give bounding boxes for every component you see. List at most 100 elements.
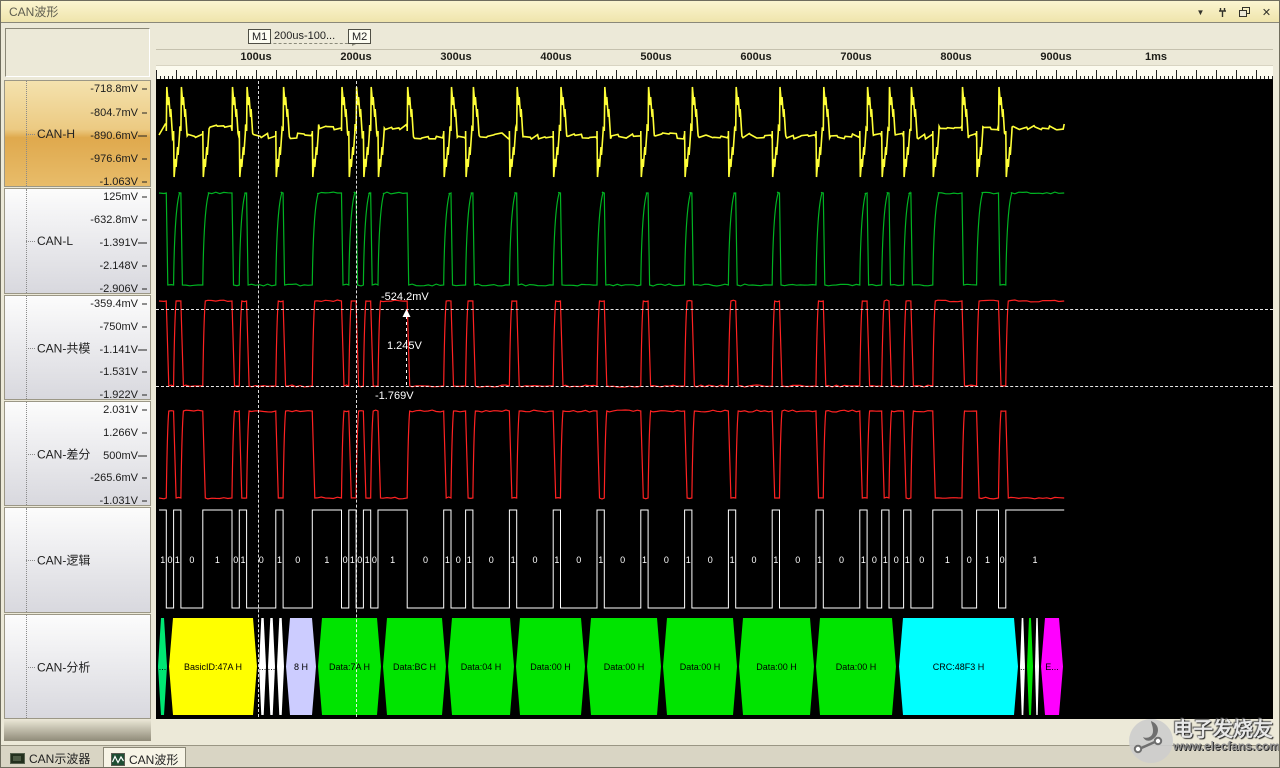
tree-line xyxy=(26,348,35,349)
logic-bit-label: 1 xyxy=(324,555,329,565)
logic-bit-label: 0 xyxy=(357,555,362,565)
measure-line-top[interactable] xyxy=(156,309,1273,310)
scale-tick xyxy=(142,112,147,113)
logic-bit-label: 0 xyxy=(967,555,972,565)
scale-tick xyxy=(142,89,147,90)
channel-sidebar: CAN-H -718.8mV -804.7mV -890.6mV -976.6mV -1.… xyxy=(3,26,153,742)
time-label: 700us xyxy=(840,51,871,63)
bottom-tab-bar: CAN示波器 CAN波形 xyxy=(1,745,1279,768)
logic-bit-label: 0 xyxy=(167,555,172,565)
logic-bit-label: 1 xyxy=(598,555,603,565)
scale-label: -1.922V xyxy=(99,389,138,401)
time-ruler[interactable] xyxy=(156,65,1273,79)
time-label: 500us xyxy=(640,51,671,63)
panel-title-bar[interactable]: CAN波形 ▼ ✕ xyxy=(1,1,1279,23)
channel-row-5[interactable]: CAN-逻辑 xyxy=(4,507,151,613)
channel-row-2[interactable]: CAN-L125mV-632.8mV-1.391V-2.148V-2.906V xyxy=(4,188,151,294)
logic-bit-label: 0 xyxy=(259,555,264,565)
scale-label: -359.4mV xyxy=(90,298,138,310)
scale-tick xyxy=(142,432,147,433)
tree-line xyxy=(26,667,35,668)
logic-bit-label: 0 xyxy=(620,555,625,565)
scale-label: -804.7mV xyxy=(90,107,138,119)
logic-bit-label: 0 xyxy=(489,555,494,565)
scale-tick xyxy=(142,326,147,327)
scale-tick xyxy=(142,478,147,479)
waveform-plot[interactable]: 1010101010101010101010101010101010101010… xyxy=(156,79,1273,719)
scale-tick xyxy=(142,288,147,289)
channel-row-6[interactable]: CAN-分析 xyxy=(4,614,151,719)
decoded-field-8h[interactable]: 8 H xyxy=(286,618,316,715)
scale-label: -1.391V xyxy=(99,237,138,249)
decoded-field-basicid47ah[interactable]: BasicID:47A H xyxy=(169,618,257,715)
decoded-field-data00h[interactable]: Data:00 H xyxy=(663,618,737,715)
decoded-field-data00h[interactable]: Data:00 H xyxy=(816,618,896,715)
logic-bit-label: 1 xyxy=(350,555,355,565)
logic-bit-label: 1 xyxy=(445,555,450,565)
panel-title: CAN波形 xyxy=(9,1,58,23)
logic-bit-label: 1 xyxy=(160,555,165,565)
scale-tick xyxy=(138,349,147,350)
decoded-field-data00h[interactable]: Data:00 H xyxy=(739,618,814,715)
cursor-m1-line[interactable] xyxy=(258,81,259,717)
scale-label: -976.6mV xyxy=(90,153,138,165)
logic-bit-label: 0 xyxy=(894,555,899,565)
decoded-field-databch[interactable]: Data:BC H xyxy=(383,618,446,715)
sidebar-header-box xyxy=(5,28,150,77)
time-label: 600us xyxy=(740,51,771,63)
decoded-field-data04h[interactable]: Data:04 H xyxy=(448,618,514,715)
decoded-field-e[interactable]: E... xyxy=(1041,618,1063,715)
dropdown-icon[interactable]: ▼ xyxy=(1192,4,1209,20)
tab-can-oscilloscope[interactable]: CAN示波器 xyxy=(3,748,97,768)
decoded-field-data00h[interactable]: Data:00 H xyxy=(587,618,661,715)
close-icon[interactable]: ✕ xyxy=(1258,4,1275,20)
marker-m1[interactable]: M1 xyxy=(248,29,271,44)
decoded-field-data7ah[interactable]: Data:7A H xyxy=(318,618,381,715)
logic-bit-label: 0 xyxy=(456,555,461,565)
logic-bit-label: 0 xyxy=(295,555,300,565)
measure-value-bottom: -1.769V xyxy=(375,390,414,402)
channel-row-4[interactable]: CAN-差分2.031V1.266V500mV-265.6mV-1.031V xyxy=(4,401,151,506)
time-label: 1ms xyxy=(1145,51,1167,63)
logic-bit-label: 1 xyxy=(215,555,220,565)
restore-icon[interactable] xyxy=(1236,4,1253,20)
decoded-field-crc48f3h[interactable]: CRC:48F3 H xyxy=(899,618,1018,715)
channel-row-3[interactable]: CAN-共模-359.4mV-750mV-1.141V-1.531V-1.922… xyxy=(4,295,151,400)
sidebar-bottom-bar xyxy=(4,719,151,741)
oscilloscope-icon xyxy=(10,753,25,764)
scale-tick xyxy=(142,410,147,411)
measure-line-bottom[interactable] xyxy=(156,386,1273,387)
logic-bit-label: 1 xyxy=(985,555,990,565)
cursor-m2-line[interactable] xyxy=(356,81,357,717)
scale-label: 1.266V xyxy=(103,427,138,439)
logic-bit-label: 0 xyxy=(751,555,756,565)
channel-row-1[interactable]: CAN-H-718.8mV-804.7mV-890.6mV-976.6mV-1.… xyxy=(4,80,151,187)
logic-bit-label: 1 xyxy=(642,555,647,565)
scale-tick xyxy=(142,500,147,501)
scale-tick xyxy=(138,243,147,244)
logic-bit-label: 1 xyxy=(390,555,395,565)
logic-bit-label: 1 xyxy=(905,555,910,565)
scale-tick xyxy=(142,394,147,395)
scale-label: -890.6mV xyxy=(90,130,138,142)
scale-tick xyxy=(138,455,147,456)
scale-label: -718.8mV xyxy=(90,83,138,95)
marker-m2[interactable]: M2 xyxy=(348,29,371,44)
logic-bit-label: 0 xyxy=(343,555,348,565)
tab-can-waveform[interactable]: CAN波形 xyxy=(103,747,186,768)
logic-bit-label: 0 xyxy=(708,555,713,565)
channel-label: CAN-共模 xyxy=(37,339,90,356)
time-label: 800us xyxy=(940,51,971,63)
scale-label: -265.6mV xyxy=(90,472,138,484)
tree-line xyxy=(26,560,35,561)
decoded-field-data00h[interactable]: Data:00 H xyxy=(516,618,585,715)
scale-tick xyxy=(138,135,147,136)
channel-label: CAN-H xyxy=(37,127,75,141)
scale-label: 125mV xyxy=(103,191,138,203)
tree-line xyxy=(26,454,35,455)
time-axis-labels: 100us200us300us400us500us600us700us800us… xyxy=(156,49,1273,64)
time-label: 100us xyxy=(240,51,271,63)
pin-icon[interactable] xyxy=(1214,4,1231,20)
logic-bit-label: 0 xyxy=(795,555,800,565)
logic-bit-label: 1 xyxy=(511,555,516,565)
